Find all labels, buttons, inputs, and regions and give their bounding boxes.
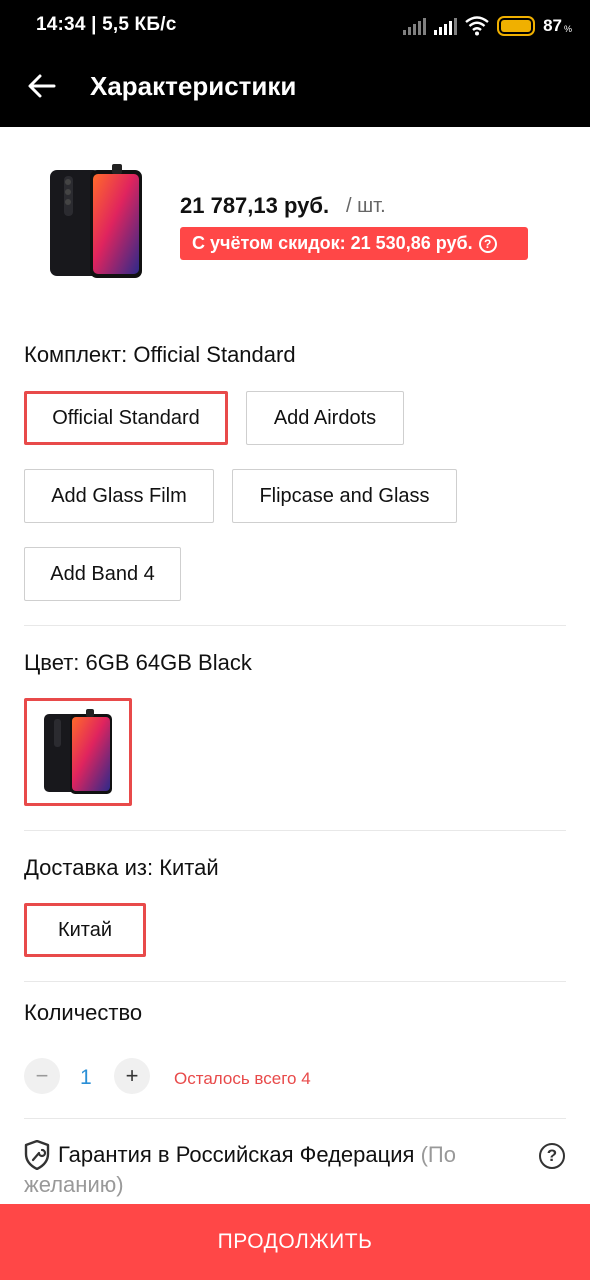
status-bar: 14:34 | 5,5 КБ/с 87 % — [0, 0, 590, 52]
divider — [24, 830, 566, 831]
color-title: Цвет: 6GB 64GB Black — [24, 650, 252, 675]
arrow-left-icon[interactable] — [26, 70, 58, 102]
kit-title: Комплект: Official Standard — [24, 342, 296, 367]
battery-unit: % — [563, 24, 572, 34]
discount-badge[interactable]: С учётом скидок: 21 530,86 руб. ? — [180, 227, 528, 260]
kit-option-official-standard[interactable]: Official Standard — [24, 391, 228, 445]
product-price: 21 787,13 руб. — [180, 193, 330, 218]
quantity-title: Количество — [24, 1000, 143, 1025]
warranty-label: Гарантия в Российская Федерация — [58, 1142, 415, 1167]
divider — [24, 981, 566, 982]
warranty-text: Гарантия в Российская Федерация (По жела… — [24, 1140, 524, 1200]
kit-option-add-glass-film[interactable]: Add Glass Film — [24, 469, 214, 523]
discount-text: С учётом скидок: 21 530,86 руб. — [192, 233, 473, 253]
quantity-value[interactable]: 1 — [80, 1066, 92, 1090]
shipping-option-china[interactable]: Китай — [24, 903, 146, 957]
divider — [24, 1118, 566, 1119]
color-option-black[interactable] — [24, 698, 132, 806]
shipping-title: Доставка из: Китай — [24, 855, 219, 880]
question-icon[interactable]: ? — [478, 234, 497, 253]
signal-icon — [434, 17, 458, 35]
kit-option-add-airdots[interactable]: Add Airdots — [246, 391, 404, 445]
signal-icon — [403, 17, 427, 35]
quantity-minus-button[interactable]: − — [24, 1058, 60, 1094]
divider — [24, 625, 566, 626]
app-bar: Характеристики — [0, 52, 590, 127]
quantity-plus-button[interactable]: + — [114, 1058, 150, 1094]
price-unit: / шт. — [346, 195, 386, 217]
status-icons: 87 % — [403, 14, 572, 38]
stock-remaining: Осталось всего 4 — [174, 1069, 311, 1088]
product-thumbnail — [44, 158, 156, 284]
status-time: 14:34 | 5,5 КБ/с — [36, 14, 177, 35]
kit-option-flipcase-and-glass[interactable]: Flipcase and Glass — [232, 469, 457, 523]
help-icon[interactable]: ? — [539, 1143, 565, 1169]
continue-button[interactable]: ПРОДОЛЖИТЬ — [0, 1204, 590, 1280]
wifi-icon — [465, 16, 489, 36]
battery-icon — [497, 16, 536, 36]
page-title: Характеристики — [90, 71, 297, 101]
kit-option-add-band-4[interactable]: Add Band 4 — [24, 547, 181, 601]
battery-level: 87 — [543, 16, 562, 35]
